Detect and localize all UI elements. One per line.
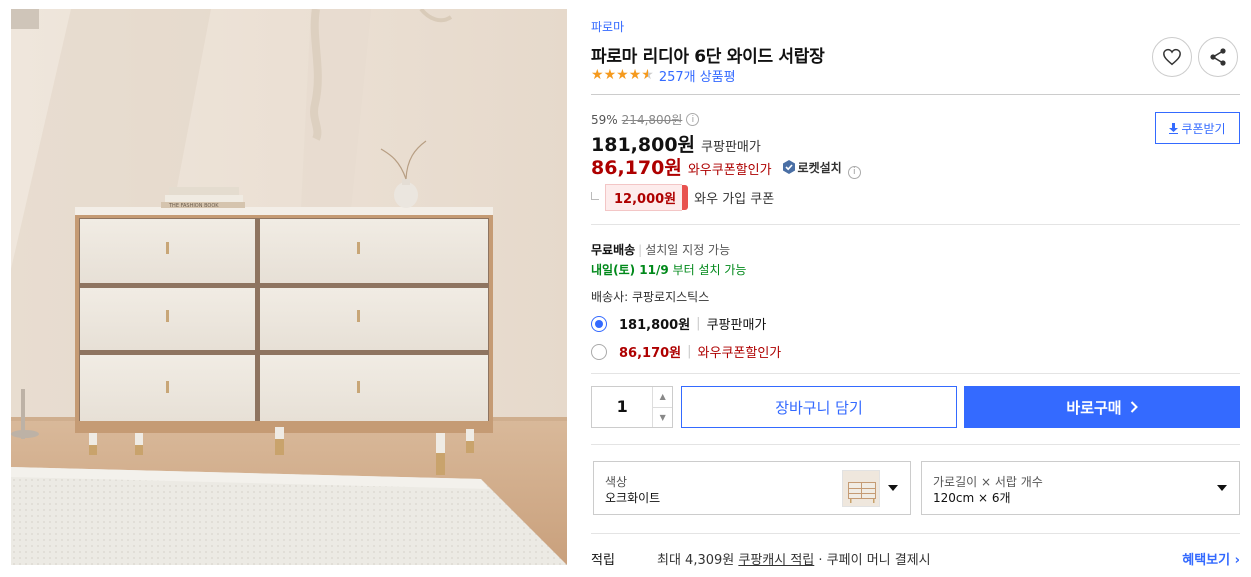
carrier-info: 배송사: 쿠팡로지스틱스 xyxy=(591,290,710,304)
buy-now-label: 바로구매 xyxy=(1066,398,1122,417)
book-spine-text: THE FASHION BOOK xyxy=(168,203,219,209)
color-option-select[interactable]: 색상 오크화이트 xyxy=(593,461,911,515)
coupang-cash-link[interactable]: 쿠팡캐시 적립 xyxy=(738,553,814,568)
price-option-label: 와우쿠폰할인가 xyxy=(697,346,782,361)
star-icon: ★ xyxy=(591,67,604,83)
info-icon[interactable]: i xyxy=(686,113,700,126)
install-note: 설치일 지정 가능 xyxy=(645,243,731,257)
brand-link[interactable]: 파로마 xyxy=(591,18,624,35)
earn-text: 최대 4,309원 쿠팡캐시 적립 · 쿠페이 머니 결제시 xyxy=(657,553,931,568)
price-option-amount: 86,170원 xyxy=(619,346,682,361)
quantity-decrease-button[interactable]: ▼ xyxy=(653,408,672,428)
half-star-icon: ★ xyxy=(641,67,654,83)
share-button[interactable] xyxy=(1198,37,1238,77)
divider xyxy=(591,373,1240,374)
price-option-wow[interactable]: 86,170원 | 와우쿠폰할인가 xyxy=(591,342,781,361)
wow-coupon-row: 12,000원 와우 가입 쿠폰 xyxy=(591,184,774,211)
dropdown-caret-icon xyxy=(888,485,898,491)
product-image[interactable]: THE FASHION BOOK xyxy=(11,9,567,565)
discount-rate: 59% xyxy=(591,112,618,127)
get-coupon-label: 쿠폰받기 xyxy=(1181,121,1226,136)
product-info-panel: 파로마 파로마 리디아 6단 와이드 서랍장 ★ ★ ★ ★ ★ 257개 상품… xyxy=(591,0,1241,577)
wow-price: 86,170원 xyxy=(591,157,682,179)
divider xyxy=(591,533,1240,534)
download-icon xyxy=(1169,122,1179,134)
star-icon: ★ xyxy=(616,67,629,83)
divider xyxy=(591,94,1240,95)
arrival-suffix: 부터 설치 가능 xyxy=(672,263,747,277)
install-badge-icon xyxy=(782,160,795,174)
earn-label: 적립 xyxy=(591,553,615,568)
tree-corner xyxy=(591,191,599,200)
free-shipping-label: 무료배송 xyxy=(591,243,636,257)
coupon-label: 와우 가입 쿠폰 xyxy=(694,192,775,207)
rocket-install-label: 로켓설치 xyxy=(797,160,842,175)
radio-selected[interactable] xyxy=(591,315,607,332)
quantity-input[interactable]: 1 xyxy=(592,387,652,427)
size-option-select[interactable]: 가로길이 × 서랍 개수 120cm × 6개 xyxy=(921,461,1240,515)
quantity-stepper[interactable]: 1 ▲ ▼ xyxy=(591,386,673,428)
dropdown-caret-icon xyxy=(1217,485,1227,491)
size-option-title: 가로길이 × 서랍 개수 xyxy=(933,475,1043,489)
coupon-amount-tag: 12,000원 xyxy=(605,184,689,211)
share-icon xyxy=(1210,48,1226,66)
chevron-right-icon xyxy=(1130,401,1138,413)
divider xyxy=(591,444,1240,445)
size-option-value: 120cm × 6개 xyxy=(933,491,1011,505)
cash-earn-row: 적립 최대 4,309원 쿠팡캐시 적립 · 쿠페이 머니 결제시 혜택보기 › xyxy=(591,549,1240,568)
star-icon: ★ xyxy=(603,67,617,83)
radio-unselected[interactable] xyxy=(591,343,607,360)
product-title: 파로마 리디아 6단 와이드 서랍장 xyxy=(591,47,825,67)
star-icon: ★ xyxy=(628,67,642,83)
price-option-label: 쿠팡판매가 xyxy=(706,318,767,333)
dresser-photo: THE FASHION BOOK xyxy=(11,9,567,565)
price-option-sale[interactable]: 181,800원 | 쿠팡판매가 xyxy=(591,314,766,333)
arrival-date: 내일(토) 11/9 xyxy=(591,263,669,277)
divider xyxy=(591,224,1240,225)
wow-price-label: 와우쿠폰할인가 xyxy=(687,163,772,178)
shipping-info: 무료배송 | 설치일 지정 가능 xyxy=(591,243,731,257)
quantity-increase-button[interactable]: ▲ xyxy=(653,387,672,408)
get-coupon-button[interactable]: 쿠폰받기 xyxy=(1155,112,1240,144)
wow-price-row: 86,170원 와우쿠폰할인가 로켓설치 i xyxy=(591,153,861,180)
add-to-cart-button[interactable]: 장바구니 담기 xyxy=(681,386,957,428)
color-option-value: 오크화이트 xyxy=(605,491,661,505)
review-count-link[interactable]: 257개 상품평 xyxy=(659,66,736,85)
star-rating: ★ ★ ★ ★ ★ xyxy=(591,68,654,82)
discount-row: 59% 214,800원 i xyxy=(591,111,700,128)
option-thumbnail xyxy=(842,470,880,507)
view-benefits-link[interactable]: 혜택보기 › xyxy=(1182,549,1240,568)
rating-row[interactable]: ★ ★ ★ ★ ★ 257개 상품평 xyxy=(591,66,736,85)
buy-now-button[interactable]: 바로구매 xyxy=(964,386,1240,428)
info-icon[interactable]: i xyxy=(847,165,861,179)
color-option-title: 색상 xyxy=(605,475,628,489)
quantity-arrows: ▲ ▼ xyxy=(652,387,672,427)
heart-icon xyxy=(1163,48,1181,66)
rocket-install-badge: 로켓설치 xyxy=(782,159,842,176)
original-price: 214,800원 xyxy=(621,113,683,127)
price-option-amount: 181,800원 xyxy=(619,318,691,333)
wishlist-button[interactable] xyxy=(1152,37,1192,77)
arrival-info: 내일(토) 11/9 부터 설치 가능 xyxy=(591,261,746,278)
